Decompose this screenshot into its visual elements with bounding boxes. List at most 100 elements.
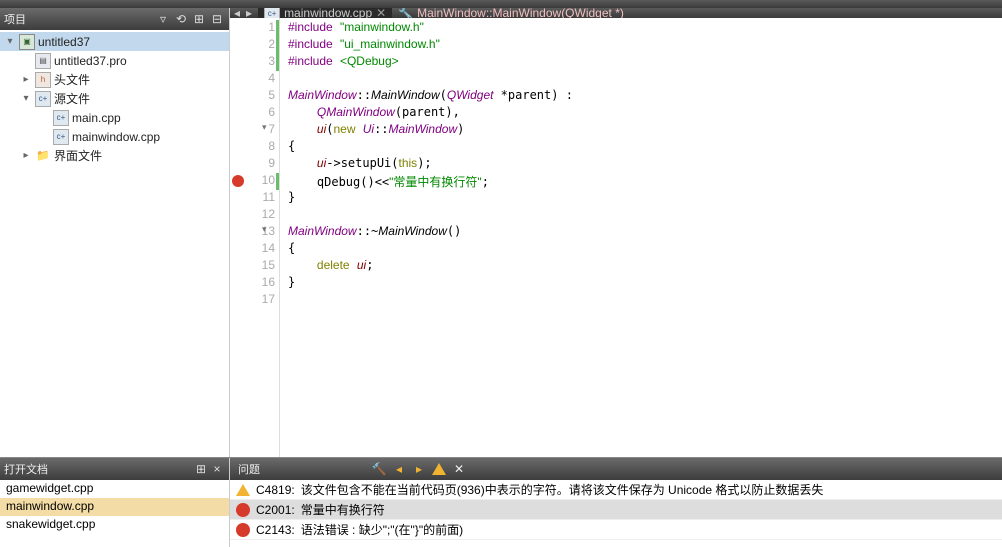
next-tab-icon[interactable]: ▸	[246, 8, 252, 18]
gutter-line[interactable]: ▾13	[230, 224, 275, 241]
problems-list[interactable]: C4819: 该文件包含不能在当前代码页(936)中表示的字符。请将该文件保存为…	[230, 480, 1002, 547]
code-line[interactable]: QMainWindow(parent),	[288, 105, 1002, 122]
gutter-line[interactable]: 2	[230, 37, 275, 54]
collapse-icon[interactable]: ⊟	[209, 11, 225, 27]
code-line[interactable]: #include "mainwindow.h"	[288, 20, 1002, 37]
close-icon[interactable]: ✕	[376, 8, 386, 18]
build-icon[interactable]: 🔨	[370, 461, 388, 477]
tree-item[interactable]: ▤untitled37.pro	[0, 51, 229, 70]
code-content[interactable]: #include "mainwindow.h"#include "ui_main…	[280, 18, 1002, 457]
code-line[interactable]: }	[288, 275, 1002, 292]
tree-item[interactable]: ▾c+源文件	[0, 89, 229, 108]
sync-icon[interactable]: ⟲	[173, 11, 189, 27]
tree-item[interactable]: c+mainwindow.cpp	[0, 127, 229, 146]
cpp-icon: c+	[53, 129, 69, 145]
next-issue-icon[interactable]: ▸	[410, 461, 428, 477]
fold-icon[interactable]: ▾	[262, 122, 267, 133]
split-icon[interactable]: ⊞	[191, 11, 207, 27]
problem-item[interactable]: C4819: 该文件包含不能在当前代码页(936)中表示的字符。请将该文件保存为…	[230, 480, 1002, 500]
problem-item[interactable]: C2143: 语法错误 : 缺少";"(在"}"的前面)	[230, 520, 1002, 540]
problem-code: C2143:	[256, 523, 295, 537]
code-line[interactable]: {	[288, 241, 1002, 258]
problem-code: C4819:	[256, 483, 295, 497]
gutter[interactable]: 123456▾789101112▾1314151617	[230, 18, 280, 457]
gutter-line[interactable]: 3	[230, 54, 275, 71]
problem-item[interactable]: C2001: 常量中有换行符	[230, 500, 1002, 520]
code-line[interactable]: #include <QDebug>	[288, 54, 1002, 71]
problems-header: 问题 🔨 ◂ ▸ ✕	[230, 458, 1002, 480]
warning-filter-icon[interactable]	[430, 461, 448, 477]
sidebar-title: 项目	[4, 11, 153, 27]
gutter-line[interactable]: 14	[230, 241, 275, 258]
code-line[interactable]: delete ui;	[288, 258, 1002, 275]
change-marker	[276, 54, 279, 71]
gutter-line[interactable]: 4	[230, 71, 275, 88]
editor-area: ◂ ▸ c+ mainwindow.cpp ✕ 🔧 MainWindow::Ma…	[230, 8, 1002, 457]
problems-title: 问题	[238, 461, 260, 477]
tree-label: untitled37.pro	[54, 54, 127, 68]
code-line[interactable]: #include "ui_mainwindow.h"	[288, 37, 1002, 54]
prev-issue-icon[interactable]: ◂	[390, 461, 408, 477]
gutter-line[interactable]: 17	[230, 292, 275, 309]
h-icon: h	[35, 72, 51, 88]
gutter-line[interactable]: 12	[230, 207, 275, 224]
gutter-line[interactable]: 8	[230, 139, 275, 156]
gutter-line[interactable]: 16	[230, 275, 275, 292]
tree-arrow-icon[interactable]: ▸	[20, 150, 32, 161]
problems-toolbar: 🔨 ◂ ▸ ✕	[370, 461, 468, 477]
project-tree[interactable]: ▾▣untitled37▤untitled37.pro▸h头文件▾c+源文件c+…	[0, 30, 229, 457]
close-icon[interactable]: ×	[209, 461, 225, 477]
change-marker	[276, 173, 279, 190]
editor-tabs: ◂ ▸ c+ mainwindow.cpp ✕ 🔧 MainWindow::Ma…	[230, 8, 1002, 18]
change-marker	[276, 37, 279, 54]
gutter-line[interactable]: 6	[230, 105, 275, 122]
opendoc-item[interactable]: mainwindow.cpp	[0, 498, 229, 516]
code-line[interactable]: {	[288, 139, 1002, 156]
code-line[interactable]: ui(new Ui::MainWindow)	[288, 122, 1002, 139]
split-icon[interactable]: ⊞	[193, 461, 209, 477]
tree-label: mainwindow.cpp	[72, 130, 160, 144]
fold-icon[interactable]: ▾	[262, 224, 267, 235]
opendoc-item[interactable]: snakewidget.cpp	[0, 516, 229, 534]
pro-icon: ▤	[35, 53, 51, 69]
code-line[interactable]: ui->setupUi(this);	[288, 156, 1002, 173]
problem-msg: 语法错误 : 缺少";"(在"}"的前面)	[301, 521, 463, 538]
gutter-line[interactable]: 10	[230, 173, 275, 190]
code-line[interactable]: MainWindow::~MainWindow()	[288, 224, 1002, 241]
tree-arrow-icon[interactable]: ▸	[20, 74, 32, 85]
error-marker-icon[interactable]	[232, 175, 244, 187]
cpp-icon: c+	[35, 91, 51, 107]
breadcrumb[interactable]: 🔧 MainWindow::MainWindow(QWidget *)	[398, 8, 624, 18]
tree-item[interactable]: ▾▣untitled37	[0, 32, 229, 51]
problem-msg: 常量中有换行符	[301, 501, 385, 518]
main-area: 项目 ▿ ⟲ ⊞ ⊟ ▾▣untitled37▤untitled37.pro▸h…	[0, 8, 1002, 457]
gutter-line[interactable]: 11	[230, 190, 275, 207]
code-line[interactable]	[288, 207, 1002, 224]
gutter-line[interactable]: 5	[230, 88, 275, 105]
tree-item[interactable]: c+main.cpp	[0, 108, 229, 127]
opendocs-list[interactable]: gamewidget.cppmainwindow.cppsnakewidget.…	[0, 480, 229, 547]
cpp-icon: c+	[264, 8, 280, 18]
tree-item[interactable]: ▸h头文件	[0, 70, 229, 89]
code-line[interactable]: MainWindow::MainWindow(QWidget *parent) …	[288, 88, 1002, 105]
opendocs-header: 打开文档 ⊞ ×	[0, 458, 229, 480]
clear-icon[interactable]: ✕	[450, 461, 468, 477]
tab-mainwindow[interactable]: c+ mainwindow.cpp ✕	[258, 8, 392, 18]
opendocs-title: 打开文档	[4, 461, 193, 477]
filter-icon[interactable]: ▿	[155, 11, 171, 27]
code-line[interactable]: qDebug()<<"常量中有换行符";	[288, 173, 1002, 190]
problems-panel: 问题 🔨 ◂ ▸ ✕ C4819: 该文件包含不能在当前代码页(936)中表示的…	[230, 458, 1002, 547]
gutter-line[interactable]: 1	[230, 20, 275, 37]
tree-arrow-icon[interactable]: ▾	[4, 36, 16, 47]
code-line[interactable]	[288, 71, 1002, 88]
prev-tab-icon[interactable]: ◂	[234, 8, 240, 18]
gutter-line[interactable]: 9	[230, 156, 275, 173]
tree-item[interactable]: ▸📁界面文件	[0, 146, 229, 165]
code-editor[interactable]: 123456▾789101112▾1314151617 #include "ma…	[230, 18, 1002, 457]
code-line[interactable]: }	[288, 190, 1002, 207]
tree-arrow-icon[interactable]: ▾	[20, 93, 32, 104]
gutter-line[interactable]: ▾7	[230, 122, 275, 139]
code-line[interactable]	[288, 292, 1002, 309]
gutter-line[interactable]: 15	[230, 258, 275, 275]
opendoc-item[interactable]: gamewidget.cpp	[0, 480, 229, 498]
